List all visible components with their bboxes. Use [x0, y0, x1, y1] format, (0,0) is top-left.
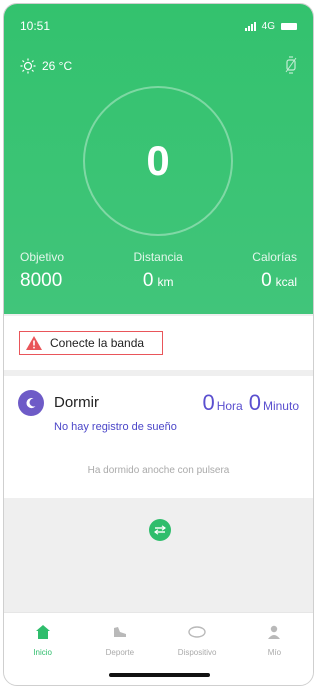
- calories-metric: Calorías 0 kcal: [252, 250, 297, 292]
- distance-metric: Distancia 0 km: [133, 250, 182, 292]
- calories-unit: kcal: [275, 275, 297, 289]
- shoe-icon: [113, 627, 126, 637]
- connect-band-button[interactable]: Conecte la banda: [19, 331, 163, 355]
- metrics-row: Objetivo 8000 Distancia 0 km Calorías 0 kc…: [4, 250, 313, 292]
- connection-alert: Conecte la banda: [4, 316, 313, 370]
- step-count: 0: [146, 137, 170, 184]
- distance-value: 0: [142, 270, 154, 291]
- moon-icon: [18, 390, 44, 416]
- sleep-duration: 0 Hora 0 Minuto: [202, 390, 303, 416]
- step-ring[interactable]: 0: [83, 86, 233, 236]
- sleep-hours-unit: Hora: [216, 399, 243, 413]
- goal-label: Objetivo: [20, 250, 65, 264]
- home-indicator: [109, 673, 210, 677]
- sleep-hours: 0: [202, 390, 215, 415]
- sleep-title: Dormir: [54, 394, 99, 411]
- switch-button[interactable]: [149, 519, 171, 541]
- sleep-hint: Ha dormido anoche con pulsera: [87, 465, 230, 476]
- distance-label: Distancia: [133, 250, 183, 264]
- no-sleep-record: No hay registro de sueño: [54, 421, 177, 433]
- status-bar: 10:51 4G: [20, 18, 297, 34]
- battery-icon: [281, 22, 297, 30]
- temperature: 26 °C: [42, 59, 73, 73]
- goal-value: 8000: [20, 270, 63, 291]
- sun-icon: [20, 58, 36, 74]
- calories-value: 0: [261, 270, 272, 291]
- activity-header: 10:51 4G 26 °C 0 Objetivo 8000 Distancia…: [4, 4, 313, 314]
- tab-label: Deporte: [105, 648, 135, 657]
- clock: 10:51: [20, 19, 51, 33]
- weather: 26 °C: [20, 58, 72, 74]
- home-icon: [35, 625, 50, 639]
- phone-frame: 10:51 4G 26 °C 0 Objetivo 8000 Distancia…: [3, 3, 314, 686]
- warning-icon: [26, 336, 42, 350]
- alert-text: Conecte la banda: [50, 336, 145, 350]
- distance-unit: km: [157, 275, 174, 289]
- band-icon: [188, 626, 206, 638]
- tab-label: Dispositivo: [177, 648, 217, 657]
- tab-mio[interactable]: Mío: [239, 613, 309, 685]
- goal-metric: Objetivo 8000: [20, 250, 64, 292]
- sleep-minutes: 0: [248, 390, 261, 415]
- sleep-card[interactable]: Dormir 0 Hora 0 Minuto No hay registro d…: [4, 376, 313, 498]
- watch-icon[interactable]: [285, 56, 297, 74]
- tab-label: Inicio: [33, 648, 52, 657]
- network-label: 4G: [261, 20, 275, 32]
- calories-label: Calorías: [252, 250, 297, 264]
- person-icon: [268, 625, 281, 639]
- tab-inicio[interactable]: Inicio: [8, 613, 78, 685]
- sleep-minutes-unit: Minuto: [262, 399, 299, 413]
- tab-label: Mío: [267, 648, 282, 657]
- swap-icon: [154, 525, 166, 535]
- signal-icon: [244, 21, 256, 31]
